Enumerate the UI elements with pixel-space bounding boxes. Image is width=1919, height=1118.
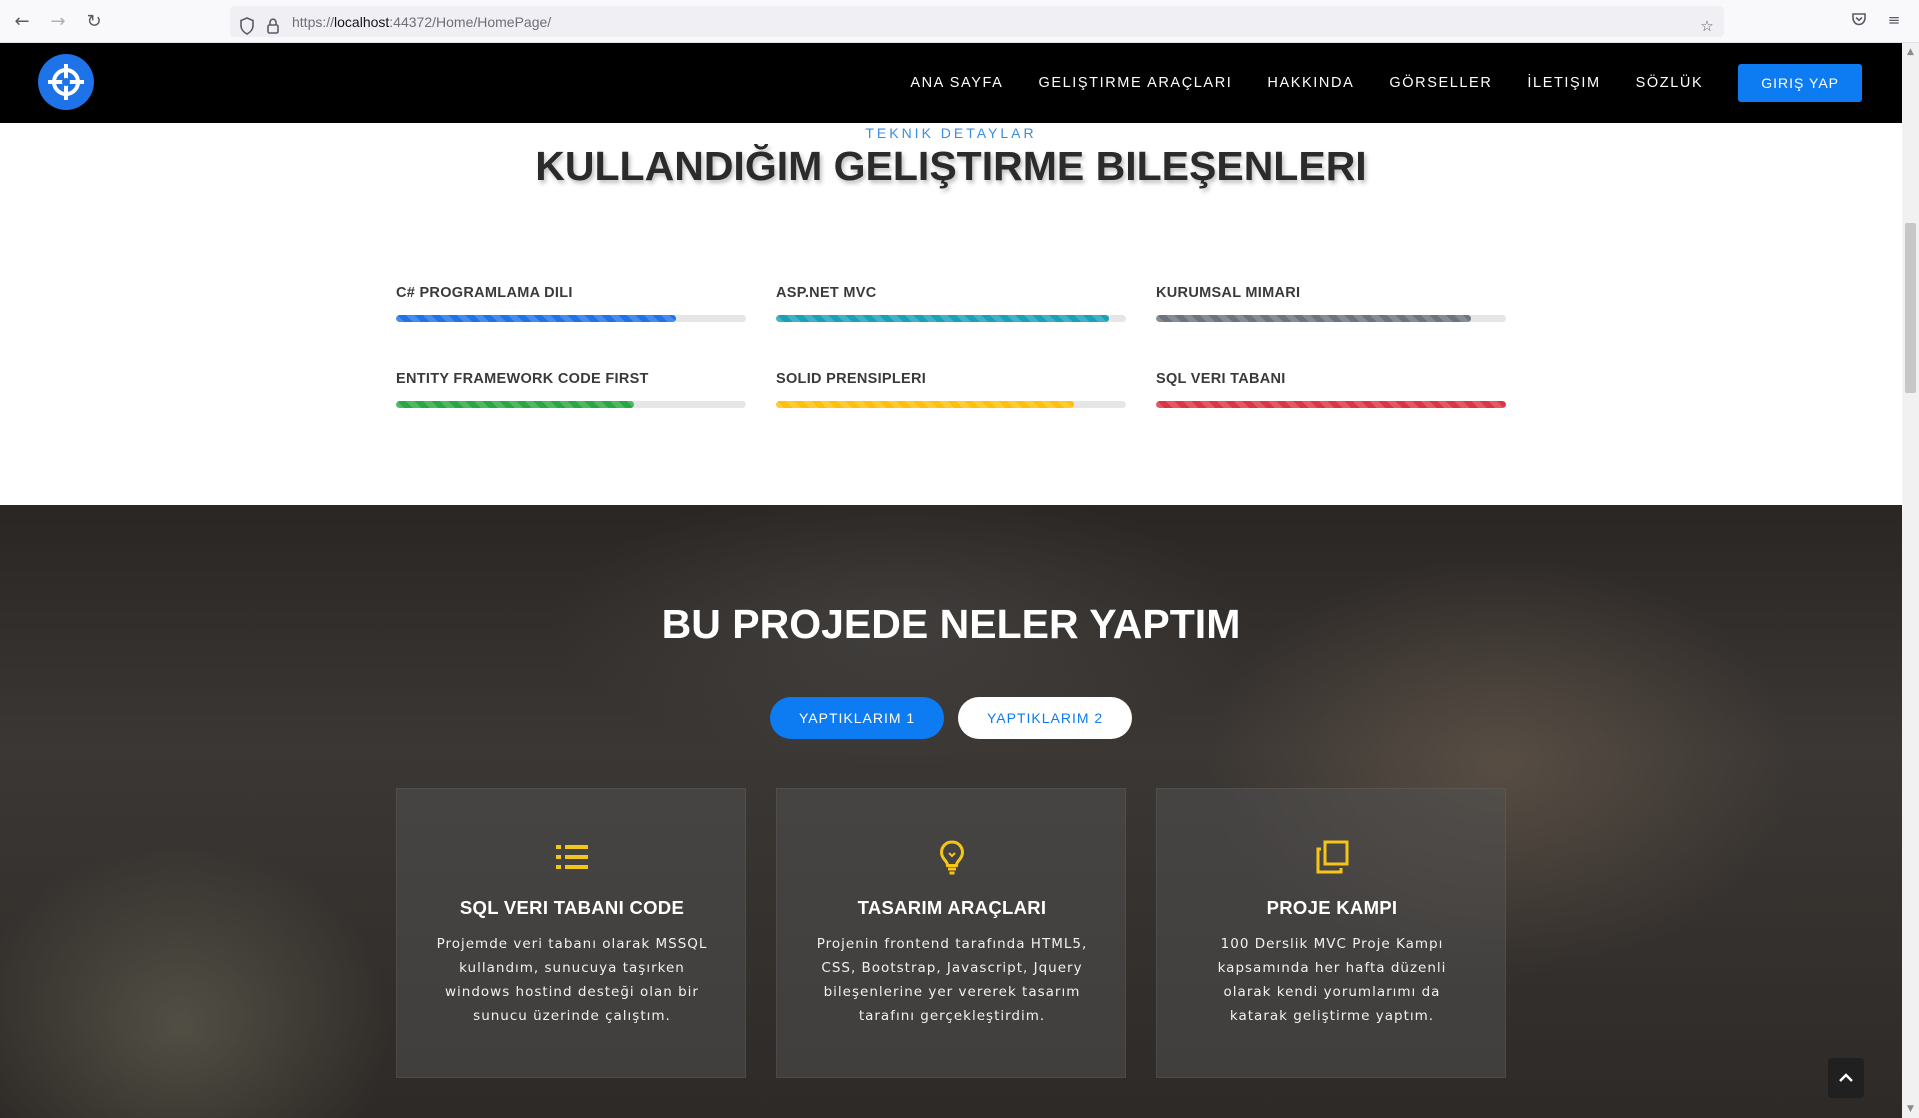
reload-icon[interactable]: ↻: [82, 10, 106, 34]
lightbulb-icon: [934, 839, 970, 875]
skill-progress-fill: [776, 315, 1109, 322]
skill-progress-fill: [1156, 401, 1506, 408]
back-arrow-icon[interactable]: ←: [10, 10, 34, 34]
chevron-up-icon: [1839, 1073, 1853, 1082]
nav-item-gelistirme-araclari[interactable]: GELIŞTIRME ARAÇLARI: [1038, 75, 1232, 91]
scrollbar-thumb[interactable]: [1905, 223, 1916, 393]
skill-item: ASP.NET MVC: [776, 285, 1126, 322]
main-nav: ANA SAYFA GELIŞTIRME ARAÇLARI HAKKINDA G…: [875, 64, 1862, 102]
copy-icon: [1314, 839, 1350, 875]
scroll-down-arrow-icon[interactable]: ▼: [1902, 1102, 1919, 1116]
menu-icon[interactable]: ≡: [1885, 11, 1903, 29]
tab-yaptiklarim-2[interactable]: YAPTIKLARIM 2: [958, 697, 1133, 739]
skill-label: ASP.NET MVC: [776, 285, 877, 301]
skill-item: SOLID PRENSIPLERI: [776, 371, 1126, 408]
skill-label: C# PROGRAMLAMA DILI: [396, 285, 573, 301]
page-scrollbar[interactable]: ▲ ▼: [1902, 43, 1919, 1118]
skill-progress-fill: [396, 315, 676, 322]
skill-progress-track: [776, 401, 1126, 408]
nav-item-ana-sayfa[interactable]: ANA SAYFA: [910, 75, 1003, 91]
skill-progress-fill: [396, 401, 634, 408]
nav-item-iletisim[interactable]: İLETIŞIM: [1527, 75, 1600, 91]
card-text: 100 Derslik MVC Proje Kampı kapsamında h…: [1217, 936, 1447, 1024]
skill-item: KURUMSAL MIMARI: [1156, 285, 1506, 322]
skill-progress-track: [1156, 315, 1506, 322]
skill-progress-track: [1156, 401, 1506, 408]
skill-item: SQL VERI TABANI: [1156, 371, 1506, 408]
section-kicker: TEKNIK DETAYLAR: [865, 125, 1037, 141]
nav-item-sozluk[interactable]: SÖZLÜK: [1636, 75, 1704, 91]
card-text: Projenin frontend tarafında HTML5, CSS, …: [816, 936, 1088, 1024]
site-header: ANA SAYFA GELIŞTIRME ARAÇLARI HAKKINDA G…: [0, 43, 1902, 123]
scroll-up-arrow-icon[interactable]: ▲: [1902, 45, 1919, 59]
feature-card: SQL VERI TABANI CODE Projemde veri taban…: [396, 788, 746, 1078]
skill-progress-track: [396, 315, 746, 322]
projects-section: BU PROJEDE NELER YAPTIM YAPTIKLARIM 1 YA…: [0, 505, 1902, 1118]
card-title: TASARIM ARAÇLARI: [857, 897, 1047, 918]
feature-card: TASARIM ARAÇLARI Projenin frontend taraf…: [776, 788, 1126, 1078]
skill-item: ENTITY FRAMEWORK CODE FIRST: [396, 371, 746, 408]
skill-progress-track: [396, 401, 746, 408]
feature-card: PROJE KAMPI 100 Derslik MVC Proje Kampı …: [1156, 788, 1506, 1078]
skills-section: TEKNIK DETAYLAR KULLANDIĞIM GELIŞTIRME B…: [0, 123, 1902, 505]
browser-toolbar: ← → ↻ https://localhost:44372/Home/HomeP…: [0, 0, 1919, 43]
logo[interactable]: [38, 54, 94, 110]
pocket-icon[interactable]: [1850, 11, 1868, 29]
card-title: SQL VERI TABANI CODE: [459, 897, 685, 918]
section-title: KULLANDIĞIM GELIŞTIRME BILEŞENLERI: [535, 143, 1367, 189]
skill-progress-track: [776, 315, 1126, 322]
card-title: PROJE KAMPI: [1266, 897, 1398, 918]
skill-item: C# PROGRAMLAMA DILI: [396, 285, 746, 322]
list-icon: [554, 839, 590, 875]
skill-label: KURUMSAL MIMARI: [1156, 285, 1301, 301]
tab-yaptiklarim-1[interactable]: YAPTIKLARIM 1: [770, 697, 945, 739]
address-bar[interactable]: https://localhost:44372/Home/HomePage/ ☆: [230, 6, 1724, 37]
skill-progress-fill: [1156, 315, 1471, 322]
projects-title: BU PROJEDE NELER YAPTIM: [661, 601, 1241, 647]
lock-icon[interactable]: [264, 17, 282, 35]
shield-icon[interactable]: [238, 17, 256, 35]
crosshair-icon: [48, 64, 84, 100]
star-icon[interactable]: ☆: [1698, 17, 1716, 35]
skill-label: ENTITY FRAMEWORK CODE FIRST: [396, 371, 649, 387]
url-text[interactable]: https://localhost:44372/Home/HomePage/: [292, 14, 551, 30]
nav-item-hakkinda[interactable]: HAKKINDA: [1267, 75, 1354, 91]
back-to-top-button[interactable]: [1828, 1058, 1864, 1098]
skill-progress-fill: [776, 401, 1074, 408]
forward-arrow-icon[interactable]: →: [46, 10, 70, 34]
skill-label: SOLID PRENSIPLERI: [776, 371, 927, 387]
skill-label: SQL VERI TABANI: [1156, 371, 1286, 387]
card-text: Projemde veri tabanı olarak MSSQL kullan…: [436, 936, 708, 1024]
login-button[interactable]: GIRIŞ YAP: [1738, 64, 1862, 102]
nav-item-gorseller[interactable]: GÖRSELLER: [1389, 75, 1492, 91]
